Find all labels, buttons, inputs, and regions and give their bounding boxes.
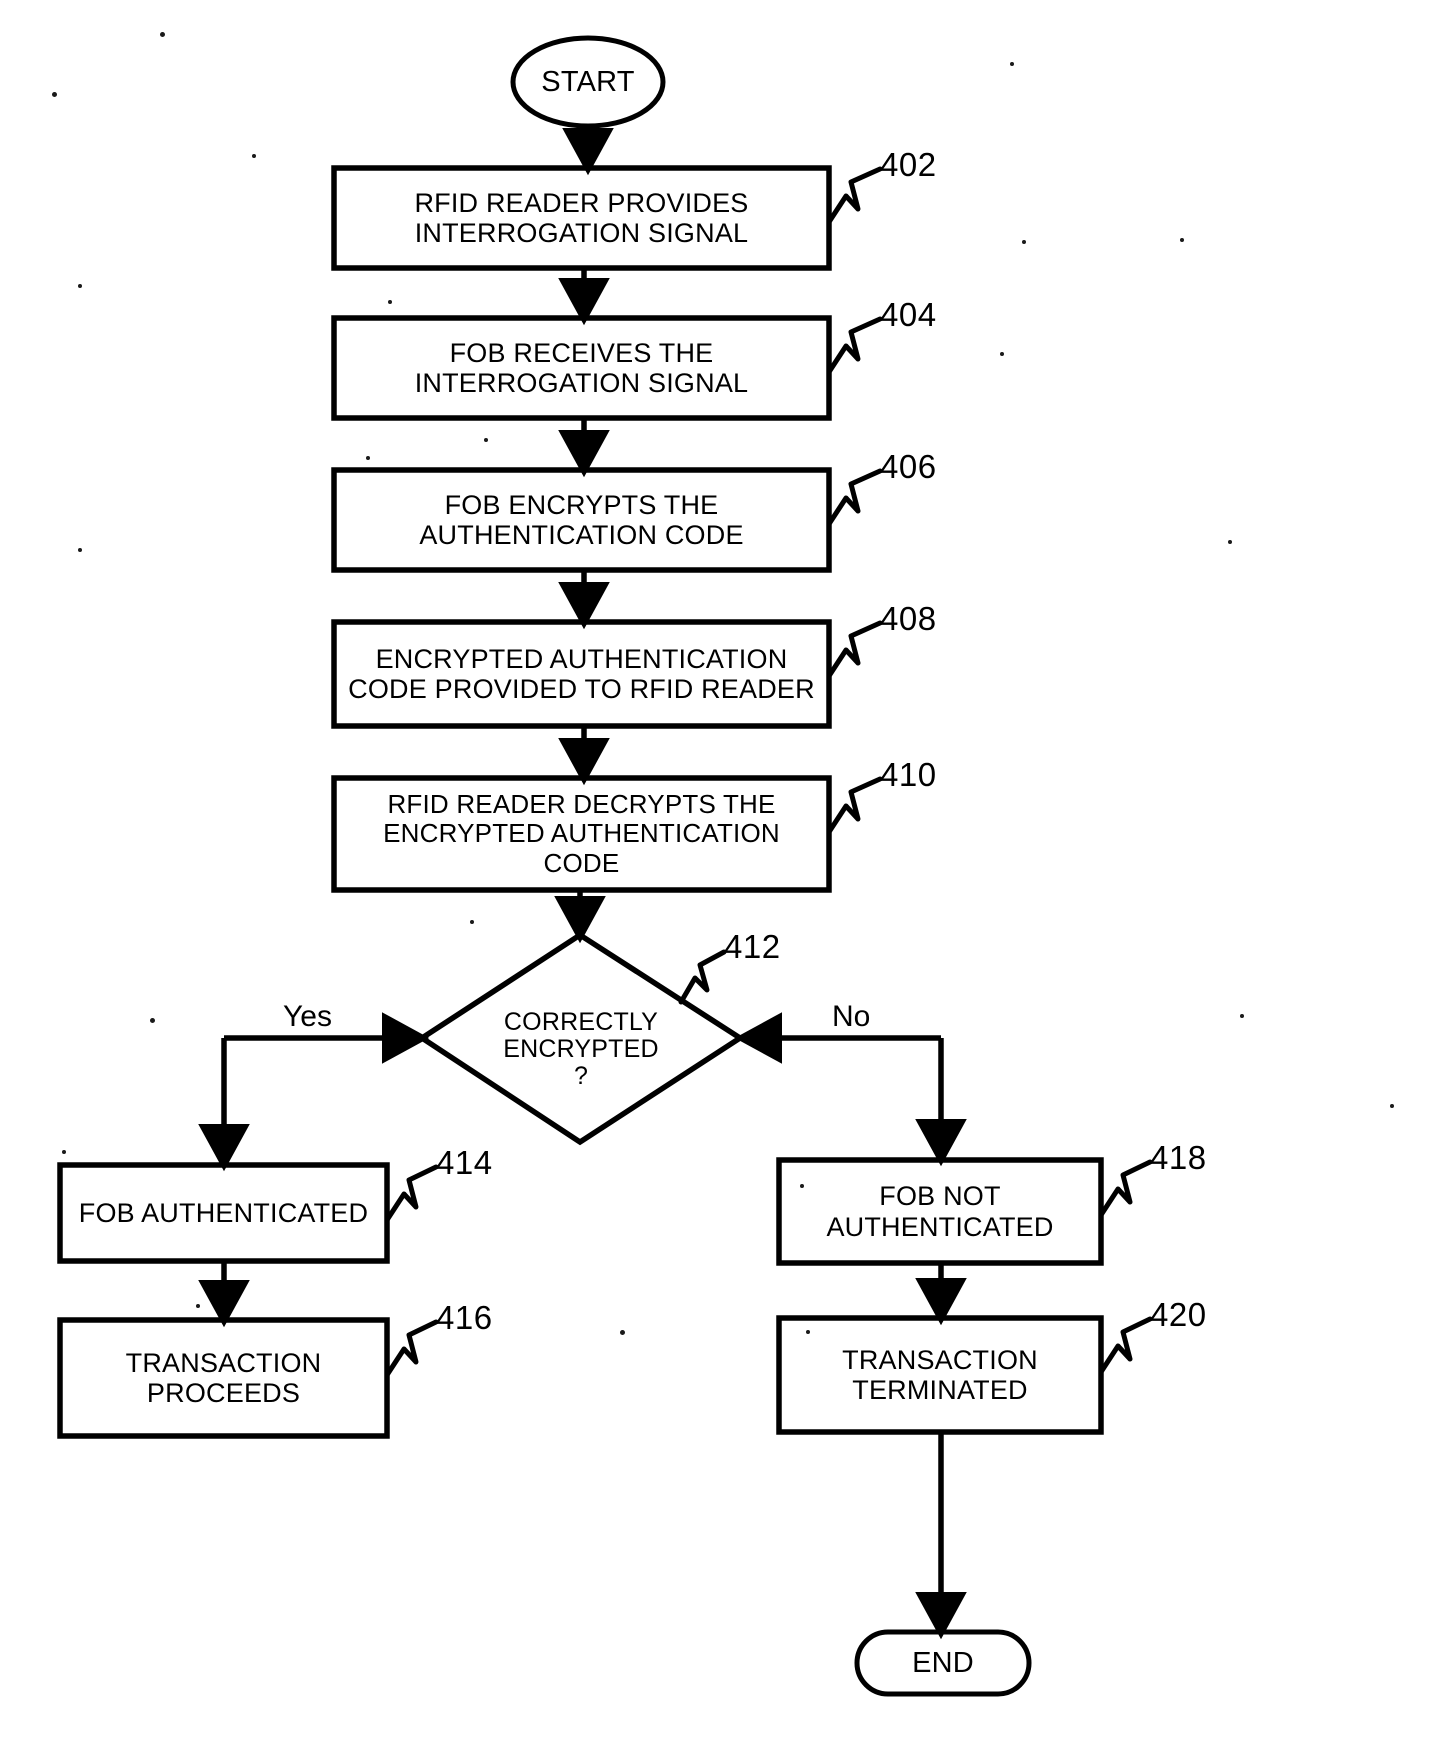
scan-speck xyxy=(160,32,165,37)
node-404-shape xyxy=(331,315,832,421)
scan-speck xyxy=(806,1330,810,1334)
scan-speck xyxy=(78,548,82,552)
node-410-shape xyxy=(331,775,832,893)
node-414-shape xyxy=(57,1162,390,1264)
leader-410 xyxy=(826,776,883,835)
scan-speck xyxy=(1240,1014,1244,1018)
scan-speck xyxy=(1022,240,1026,244)
leader-414 xyxy=(384,1164,439,1223)
node-406-shape xyxy=(331,467,832,573)
ref-414: 414 xyxy=(436,1144,493,1181)
leader-412 xyxy=(678,949,727,1005)
ref-410: 410 xyxy=(880,756,937,793)
scan-speck xyxy=(484,438,488,442)
leader-408 xyxy=(826,620,883,679)
scan-speck xyxy=(196,1304,200,1308)
node-418-shape xyxy=(776,1157,1104,1266)
scan-speck xyxy=(1228,540,1232,544)
ref-402: 402 xyxy=(880,146,937,183)
ref-412: 412 xyxy=(724,928,781,965)
leader-404 xyxy=(826,316,883,375)
scan-speck xyxy=(1000,352,1004,356)
leader-420 xyxy=(1098,1316,1153,1375)
node-416-shape xyxy=(57,1317,390,1439)
scan-speck xyxy=(366,456,370,460)
start-terminal-shape xyxy=(510,35,666,129)
scan-speck xyxy=(620,1330,625,1335)
flowchart-diagram xyxy=(57,35,1153,1697)
scan-speck xyxy=(150,1018,155,1023)
leader-418 xyxy=(1098,1159,1153,1218)
ref-420: 420 xyxy=(1150,1296,1207,1333)
leader-416 xyxy=(384,1319,439,1378)
scan-speck xyxy=(52,92,57,97)
ref-418: 418 xyxy=(1150,1139,1207,1176)
edge-label-yes: Yes xyxy=(283,1000,332,1033)
ref-404: 404 xyxy=(880,296,937,333)
end-terminal-shape xyxy=(854,1629,1032,1697)
edge-label-no: No xyxy=(832,1000,871,1033)
leader-402 xyxy=(826,166,883,225)
node-412-shape xyxy=(416,931,746,1146)
node-408-shape xyxy=(331,619,832,729)
node-420-shape xyxy=(776,1315,1104,1435)
leader-406 xyxy=(826,468,883,527)
scan-speck xyxy=(1390,1104,1394,1108)
flowchart-canvas: START RFID READER PROVIDES INTERROGATION… xyxy=(0,0,1446,1760)
node-402-shape xyxy=(331,165,832,271)
ref-408: 408 xyxy=(880,600,937,637)
scan-speck xyxy=(470,920,474,924)
scan-speck xyxy=(1180,238,1184,242)
scan-speck xyxy=(1010,62,1014,66)
scan-speck xyxy=(78,284,82,288)
scan-speck xyxy=(62,1150,66,1154)
ref-416: 416 xyxy=(436,1299,493,1336)
scan-speck xyxy=(800,1184,804,1188)
ref-406: 406 xyxy=(880,448,937,485)
scan-speck xyxy=(252,154,256,158)
scan-speck xyxy=(388,300,392,304)
